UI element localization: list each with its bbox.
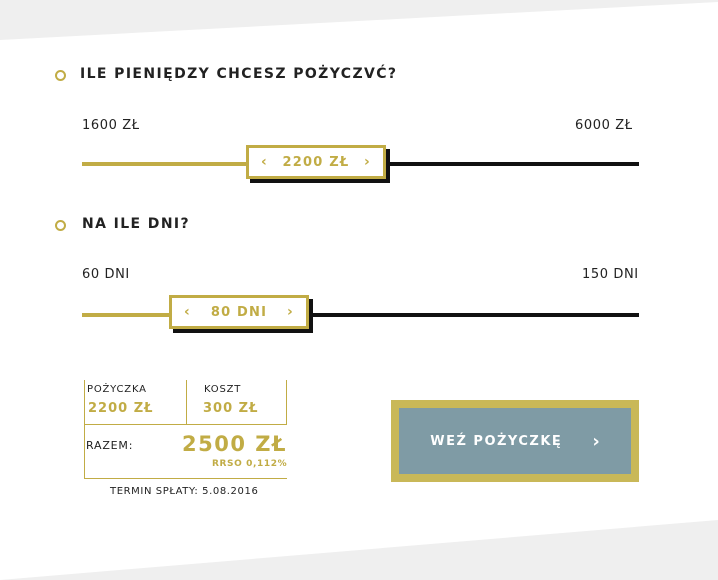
chevron-left-icon[interactable]: ‹ [184, 304, 191, 320]
summary-divider [84, 380, 85, 424]
background-top-band [0, 0, 718, 40]
amount-max-label: 6000 ZŁ [575, 118, 633, 133]
chevron-right-icon[interactable]: › [364, 154, 371, 170]
days-value: 80 DNI [210, 304, 268, 320]
amount-question-bullet-icon [55, 70, 66, 81]
total-value: 2500 ZŁ [182, 432, 287, 456]
take-loan-button[interactable]: WEŹ POŻYCZKĘ › [391, 400, 639, 482]
amount-slider-track-filled[interactable] [82, 162, 252, 166]
loan-value: 2200 ZŁ [88, 401, 154, 416]
summary-divider [84, 424, 287, 425]
amount-slider-handle[interactable]: ‹ 2200 ZŁ › [246, 145, 386, 179]
days-min-label: 60 DNI [82, 267, 130, 282]
days-slider-track-filled[interactable] [82, 313, 174, 317]
take-loan-button-label[interactable]: WEŹ POŻYCZKĘ [430, 434, 562, 449]
summary-divider [286, 380, 287, 424]
amount-slider-track-empty[interactable] [386, 162, 639, 166]
days-max-label: 150 DNI [582, 267, 639, 282]
days-question-label: NA ILE DNI? [82, 216, 191, 232]
cost-label: KOSZT [204, 384, 242, 395]
cost-value: 300 ZŁ [203, 401, 259, 416]
chevron-right-icon[interactable]: › [592, 431, 599, 452]
amount-value: 2200 ZŁ [282, 154, 350, 170]
amount-min-label: 1600 ZŁ [82, 118, 140, 133]
days-question-bullet-icon [55, 220, 66, 231]
days-slider-track-empty[interactable] [308, 313, 639, 317]
repayment-date: TERMIN SPŁATY: 5.08.2016 [110, 486, 259, 497]
background-bottom-band [0, 520, 718, 580]
days-slider-handle[interactable]: ‹ 80 DNI › [169, 295, 309, 329]
chevron-right-icon[interactable]: › [287, 304, 294, 320]
summary-divider [84, 478, 287, 479]
summary-divider [186, 380, 187, 424]
summary-divider [84, 424, 85, 478]
rrso-label: RRSO 0,112% [212, 459, 288, 469]
amount-question-label: ILE PIENIĘDZY CHCESZ POŻYCZVĆ? [80, 66, 398, 82]
chevron-left-icon[interactable]: ‹ [261, 154, 268, 170]
total-label: RAZEM: [86, 439, 134, 452]
loan-label: POŻYCZKA [87, 384, 147, 395]
